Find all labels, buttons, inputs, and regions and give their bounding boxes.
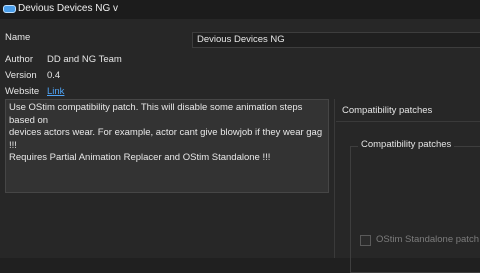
panel-divider bbox=[334, 99, 335, 258]
description-text: Use OStim compatibility patch. This will… bbox=[5, 99, 329, 193]
name-label: Name bbox=[5, 32, 31, 43]
window-title: Devious Devices NG v bbox=[18, 3, 119, 14]
website-label: Website bbox=[5, 86, 40, 97]
version-value: 0.4 bbox=[47, 70, 61, 81]
version-label: Version bbox=[5, 70, 37, 81]
mod-info-panel: Name Devious Devices NG Author DD and NG… bbox=[0, 19, 480, 273]
title-bar: Devious Devices NG v bbox=[0, 0, 480, 19]
website-link[interactable]: Link bbox=[47, 86, 64, 97]
ostim-standalone-checkbox[interactable] bbox=[360, 235, 371, 246]
author-value: DD and NG Team bbox=[47, 54, 122, 65]
compat-group-box bbox=[350, 146, 480, 273]
section-divider bbox=[336, 121, 480, 122]
author-label: Author bbox=[5, 54, 33, 65]
name-field[interactable]: Devious Devices NG bbox=[192, 32, 480, 48]
ostim-standalone-label: OStim Standalone patch bbox=[376, 234, 479, 245]
compat-group-title: Compatibility patches bbox=[358, 139, 455, 150]
app-logo-icon bbox=[3, 5, 16, 13]
compat-section-title: Compatibility patches bbox=[342, 105, 433, 116]
